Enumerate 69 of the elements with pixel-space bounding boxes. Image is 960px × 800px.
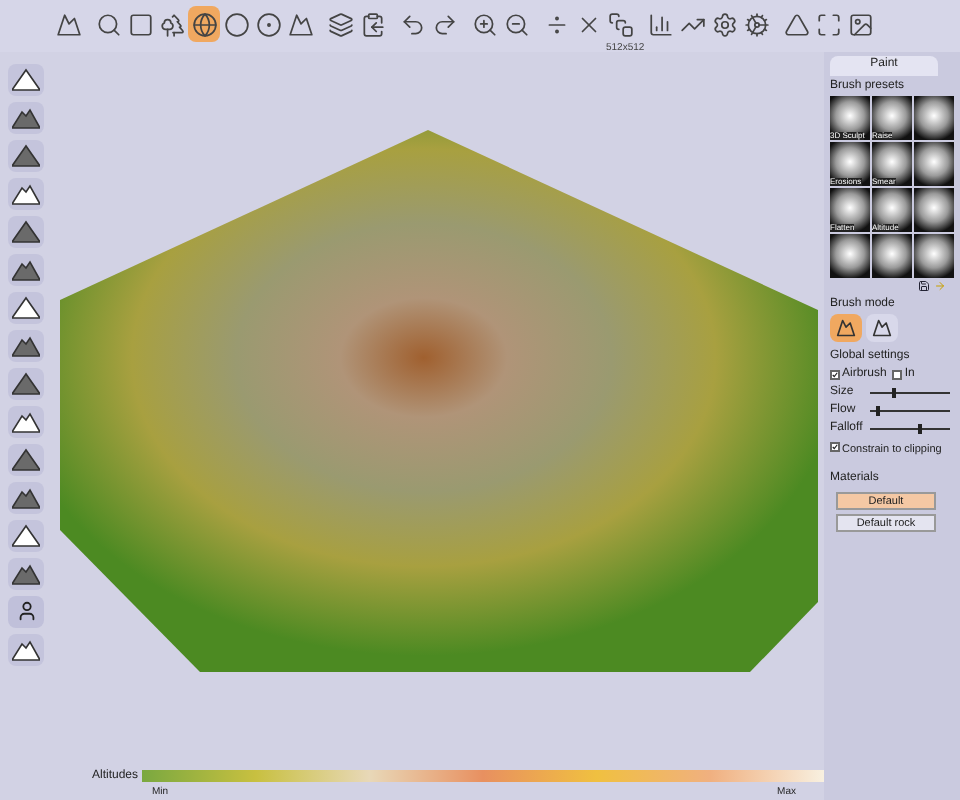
zoom-in-icon — [471, 11, 497, 37]
tool-button[interactable] — [8, 139, 44, 171]
mountain-icon — [12, 447, 40, 471]
mountain-icon — [12, 561, 40, 585]
frame-icon — [815, 11, 841, 37]
mountain-icon — [12, 181, 40, 205]
checkbox[interactable] — [830, 369, 840, 379]
brush-preset[interactable] — [914, 187, 954, 231]
mountain-icon — [12, 637, 40, 661]
mountain-icon — [12, 523, 40, 547]
slider-thumb[interactable] — [892, 387, 897, 397]
checkbox[interactable] — [892, 369, 903, 379]
brush-preset[interactable] — [914, 95, 954, 139]
mountain-icon — [12, 485, 40, 509]
mountain-icon — [12, 409, 40, 433]
mountain-icon — [12, 257, 40, 281]
search-icon — [95, 11, 121, 37]
brush-mode-button[interactable] — [830, 313, 862, 341]
tool-button[interactable] — [8, 253, 44, 285]
divide-icon — [543, 11, 569, 37]
mountain-icon — [12, 295, 40, 319]
brush-mode-button[interactable] — [866, 313, 898, 341]
squares-icon — [607, 11, 633, 37]
tool-button[interactable] — [8, 405, 44, 437]
check-icon — [832, 443, 838, 449]
slider-thumb[interactable] — [876, 405, 881, 415]
mountain-icon — [12, 67, 40, 91]
mountain-icon — [287, 11, 313, 37]
square-icon — [127, 11, 153, 37]
brush-preset[interactable] — [914, 141, 954, 185]
person-icon — [15, 600, 37, 622]
tool-button[interactable] — [8, 557, 44, 589]
sphere-icon — [255, 11, 281, 37]
save-icon[interactable] — [918, 279, 930, 291]
trees-icon — [159, 11, 185, 37]
mountain-icon — [12, 333, 40, 357]
mountain-icon — [12, 105, 40, 129]
brush-preset[interactable] — [872, 233, 912, 277]
undo-icon — [399, 11, 425, 37]
mountain-icon — [12, 143, 40, 167]
tool-button[interactable] — [8, 177, 44, 209]
mountain-icon — [783, 11, 809, 37]
paste-icon — [359, 11, 385, 37]
graph-icon — [647, 11, 673, 37]
layers-icon — [327, 11, 353, 37]
tool-button[interactable] — [8, 595, 44, 627]
landscape-icon — [847, 11, 873, 37]
tool-button[interactable] — [8, 101, 44, 133]
slider-thumb[interactable] — [917, 423, 922, 433]
tool-button[interactable] — [8, 63, 44, 95]
redo-icon — [431, 11, 457, 37]
check-icon — [832, 371, 838, 377]
brush-preset[interactable] — [830, 233, 870, 277]
tool-button[interactable] — [8, 215, 44, 247]
brush-preset[interactable] — [914, 233, 954, 277]
tool-button[interactable] — [8, 443, 44, 475]
tool-button[interactable] — [8, 519, 44, 551]
tool-button[interactable] — [8, 291, 44, 323]
checkbox[interactable] — [830, 441, 840, 451]
tool-button[interactable] — [8, 367, 44, 399]
mountain-icon — [12, 219, 40, 243]
tool-button[interactable] — [8, 481, 44, 513]
tool-button[interactable] — [8, 633, 44, 665]
zoom-out-icon — [503, 11, 529, 37]
sphere-icon — [223, 11, 249, 37]
terrain-icon — [55, 11, 81, 37]
tool-button[interactable] — [8, 329, 44, 361]
mountain-icon — [12, 371, 40, 395]
globe-icon — [191, 11, 217, 37]
